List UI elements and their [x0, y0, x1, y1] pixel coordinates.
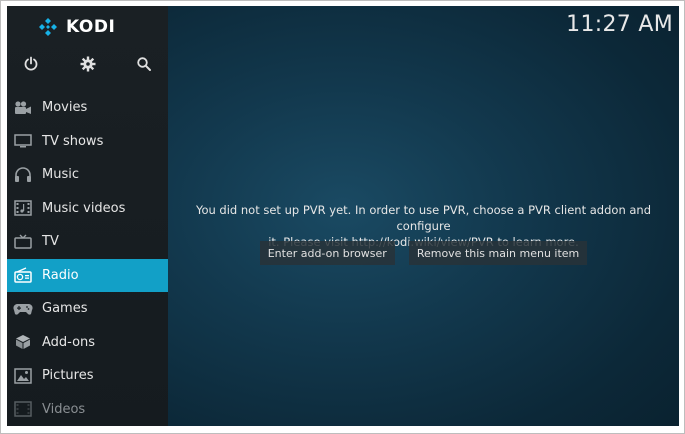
main-menu: Movies TV shows Music Music videos TV Ra…	[7, 91, 168, 426]
tv-icon	[12, 233, 34, 251]
settings-button[interactable]	[77, 53, 99, 75]
menu-item-label: Movies	[42, 100, 88, 116]
menu-item-add-ons[interactable]: Add-ons	[7, 326, 168, 360]
action-buttons: Enter add-on browser Remove this main me…	[168, 241, 679, 265]
enter-addon-browser-button[interactable]: Enter add-on browser	[259, 241, 395, 265]
remove-menu-item-button[interactable]: Remove this main menu item	[408, 241, 588, 265]
movie-camera-icon	[12, 99, 34, 117]
film-music-icon	[12, 199, 34, 217]
sidebar: KODI Movies TV shows Music Music videos …	[7, 6, 168, 426]
menu-item-label: TV	[42, 234, 59, 250]
logo-text: KODI	[66, 17, 116, 37]
power-icon	[24, 56, 38, 71]
menu-item-label: Games	[42, 301, 88, 317]
menu-item-label: Add-ons	[42, 334, 96, 350]
kodi-screen: KODI Movies TV shows Music Music videos …	[7, 6, 679, 426]
menu-item-music-videos[interactable]: Music videos	[7, 192, 168, 226]
menu-item-label: Radio	[42, 267, 79, 283]
menu-item-movies[interactable]: Movies	[7, 91, 168, 125]
gamepad-icon	[12, 300, 34, 318]
menu-item-pictures[interactable]: Pictures	[7, 359, 168, 393]
search-button[interactable]	[133, 53, 155, 75]
monitor-icon	[12, 132, 34, 150]
kodi-logo-icon	[39, 18, 57, 36]
headphones-icon	[12, 166, 34, 184]
box-icon	[12, 333, 34, 351]
menu-item-games[interactable]: Games	[7, 292, 168, 326]
menu-item-label: Videos	[42, 401, 86, 417]
menu-item-label: Pictures	[42, 368, 94, 384]
power-button[interactable]	[20, 53, 42, 75]
window-frame: KODI Movies TV shows Music Music videos …	[0, 0, 685, 434]
search-icon	[137, 57, 151, 71]
menu-item-tv-shows[interactable]: TV shows	[7, 125, 168, 159]
clock: 11:27 AM	[566, 12, 673, 37]
message-line-1: You did not set up PVR yet. In order to …	[195, 203, 652, 233]
radio-icon	[12, 266, 34, 284]
menu-item-label: TV shows	[42, 133, 104, 149]
gear-icon	[80, 56, 96, 72]
picture-icon	[12, 367, 34, 385]
menu-item-tv[interactable]: TV	[7, 225, 168, 259]
menu-item-radio[interactable]: Radio	[7, 258, 168, 292]
menu-item-music[interactable]: Music	[7, 158, 168, 192]
menu-item-label: Music videos	[42, 200, 126, 216]
film-icon	[12, 400, 34, 418]
menu-item-label: Music	[42, 167, 79, 183]
menu-item-videos[interactable]: Videos	[7, 393, 168, 427]
kodi-logo: KODI	[38, 17, 115, 37]
